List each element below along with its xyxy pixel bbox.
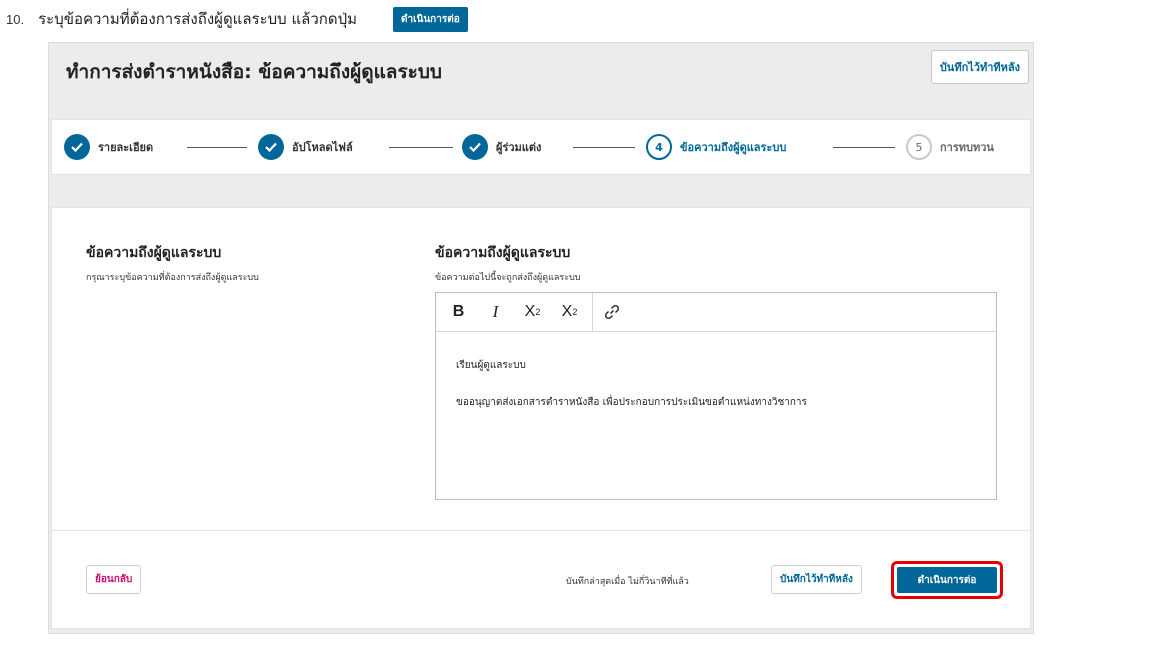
step-label: ข้อความถึงผู้ดูแลระบบ [680, 141, 787, 154]
message-editor[interactable]: B I X2 X2 เรียนผู้ดูแลระบบ ขออนุญาตส่งเอ… [435, 292, 997, 500]
step-number-4: 4 [646, 134, 672, 160]
page-title: ทำการส่งตำราหนังสือ: ข้อความถึงผู้ดูแลระ… [66, 61, 442, 83]
editor-content[interactable]: เรียนผู้ดูแลระบบ ขออนุญาตส่งเอกสารตำราหน… [436, 332, 996, 458]
check-icon [462, 134, 488, 160]
instruction-number: 10. [6, 11, 25, 27]
bold-button[interactable]: B [440, 293, 477, 331]
save-later-button[interactable]: บันทึกไว้ทำทีหลัง [771, 565, 862, 594]
check-icon [64, 134, 90, 160]
step-review[interactable]: 5 การทบทวน [906, 133, 994, 161]
step-contributors[interactable]: ผู้ร่วมแต่ง [462, 133, 541, 161]
field-description: ข้อความต่อไปนี้จะถูกส่งถึงผู้ดูแลระบบ [435, 273, 581, 283]
instruction-text: ระบุข้อความที่ต้องการส่งถึงผู้ดูแลระบบ แ… [38, 10, 357, 28]
editor-line: เรียนผู้ดูแลระบบ [456, 360, 526, 371]
step-upload[interactable]: อัปโหลดไฟล์ [258, 133, 353, 161]
section-title: ข้อความถึงผู้ดูแลระบบ [86, 245, 222, 261]
editor-toolbar: B I X2 X2 [436, 293, 996, 332]
step-message-to-admin[interactable]: 4 ข้อความถึงผู้ดูแลระบบ [646, 133, 786, 161]
progress-stepper: รายละเอียด อัปโหลดไฟล์ ผู้ร่วมแต่ง 4 ข้อ… [51, 119, 1031, 175]
step-label: การทบทวน [940, 141, 994, 154]
continue-button[interactable]: ดำเนินการต่อ [897, 567, 997, 593]
step-connector [389, 147, 453, 148]
subscript-mark: 2 [572, 307, 578, 317]
italic-button[interactable]: I [477, 293, 514, 331]
step-connector [187, 147, 247, 148]
section-description: กรุณาระบุข้อความที่ต้องการส่งถึงผู้ดูแลร… [86, 273, 259, 283]
superscript-button[interactable]: X2 [514, 293, 551, 331]
step-label: อัปโหลดไฟล์ [292, 141, 353, 154]
editor-line: ขออนุญาตส่งเอกสารตำราหนังสือ เพื่อประกอบ… [456, 397, 807, 408]
last-saved-status: บันทึกล่าสุดเมื่อ ไม่กี่วินาทีที่แล้ว [566, 577, 689, 587]
superscript-mark: 2 [535, 307, 541, 317]
step-connector [573, 147, 635, 148]
check-icon [258, 134, 284, 160]
save-later-top-button[interactable]: บันทึกไว้ทำทีหลัง [930, 50, 1029, 84]
link-button[interactable] [593, 293, 631, 331]
page-header: ทำการส่งตำราหนังสือ: ข้อความถึงผู้ดูแลระ… [49, 43, 1033, 97]
step-details[interactable]: รายละเอียด [64, 133, 153, 161]
back-button[interactable]: ย้อนกลับ [86, 565, 142, 594]
step-number-5: 5 [906, 134, 932, 160]
link-icon [604, 304, 620, 320]
submission-panel: ทำการส่งตำราหนังสือ: ข้อความถึงผู้ดูแลระ… [48, 42, 1034, 634]
step-label: ผู้ร่วมแต่ง [496, 141, 542, 154]
subscript-icon: X [561, 303, 573, 320]
footer-divider [52, 530, 1030, 531]
superscript-icon: X [524, 303, 536, 320]
step-connector [833, 147, 895, 148]
message-form-card: ข้อความถึงผู้ดูแลระบบ กรุณาระบุข้อความที… [51, 207, 1031, 629]
step-label: รายละเอียด [98, 141, 154, 154]
instruction-line: 10. ระบุข้อความที่ต้องการส่งถึงผู้ดูแลระ… [0, 6, 468, 32]
field-label: ข้อความถึงผู้ดูแลระบบ [435, 245, 571, 261]
instruction-continue-button-image: ดำเนินการต่อ [392, 6, 468, 32]
subscript-button[interactable]: X2 [551, 293, 588, 331]
